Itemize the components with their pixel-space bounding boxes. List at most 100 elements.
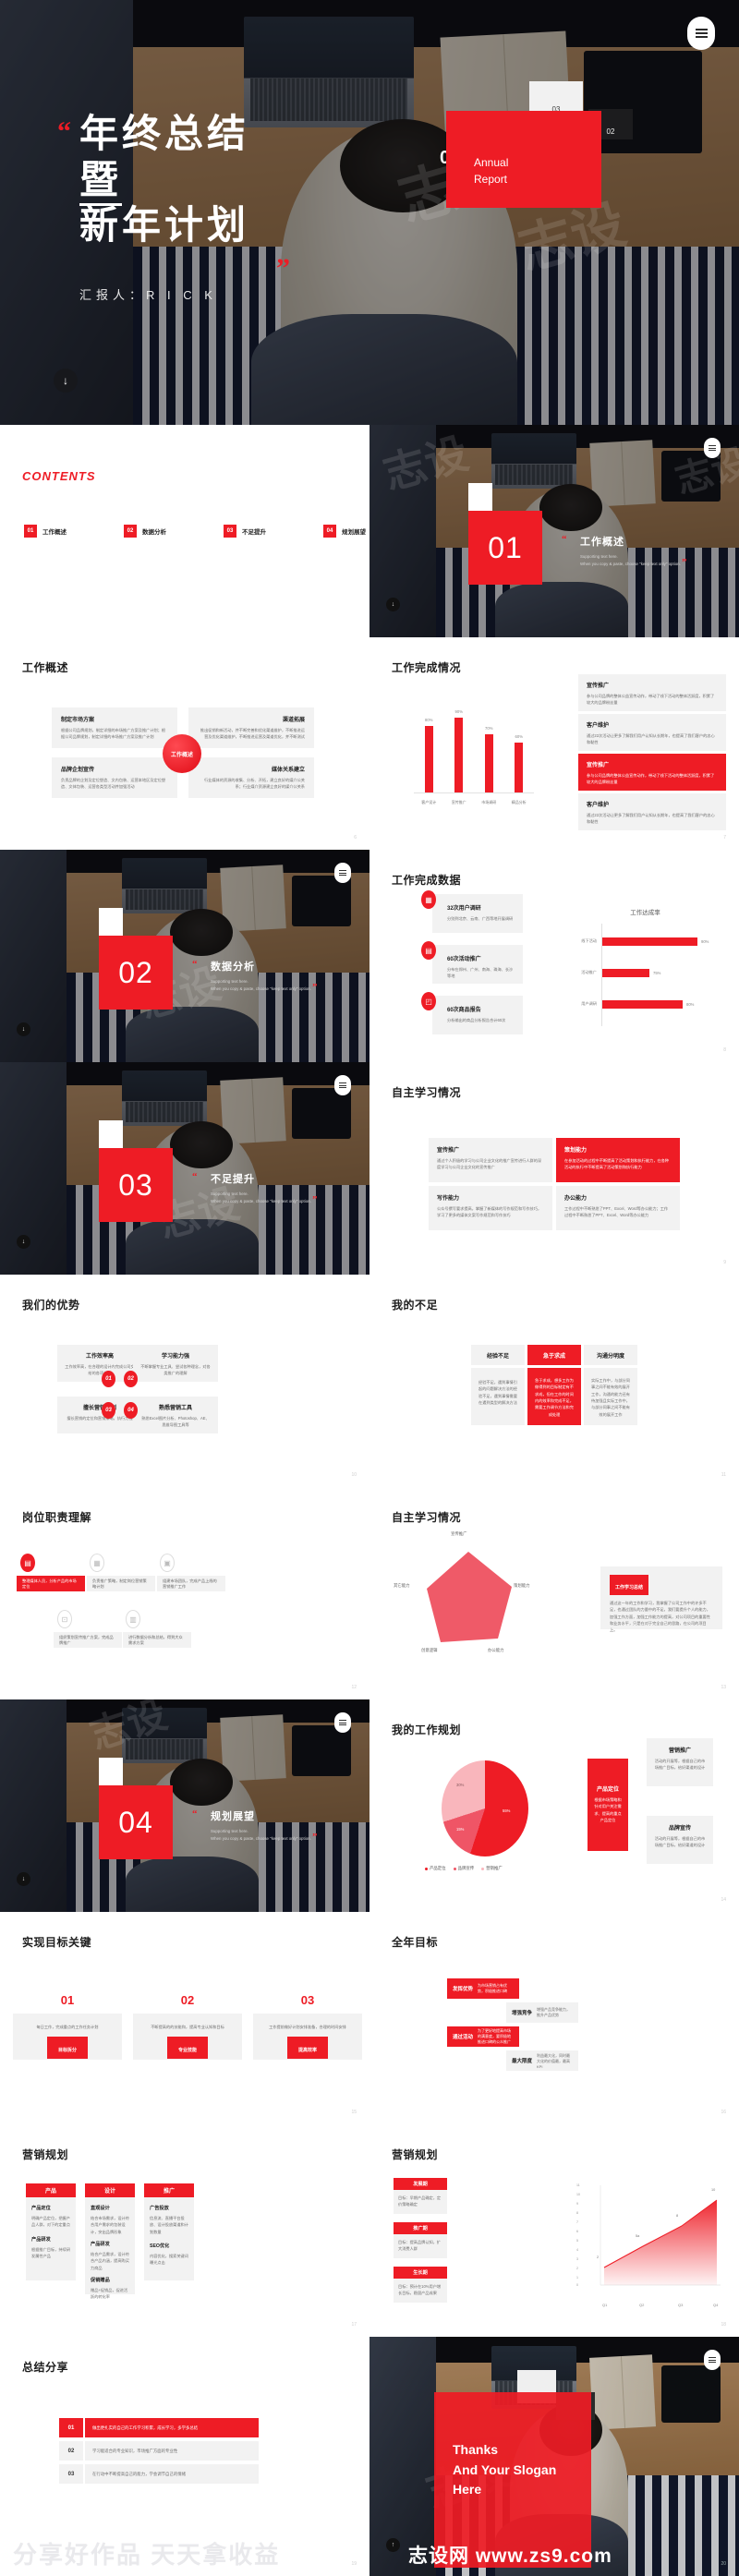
marketing-column[interactable]: 推广 广告投放 信息流、直播平台投放、设计投放渠道和计划数量 SEO优化 内容优… bbox=[144, 2183, 194, 2294]
menu-icon[interactable] bbox=[334, 863, 351, 883]
quote-close-icon: ” bbox=[312, 1832, 318, 1843]
radar-axis-label: 其它能力 bbox=[394, 1583, 410, 1588]
cover-card-annual-report: Annual Report bbox=[446, 111, 601, 208]
summary-row[interactable]: 03 在行动中不断提高自己的能力，学会调节自己的情绪 bbox=[59, 2464, 259, 2484]
slide-chapter-03[interactable]: 志设 03 “ 不足提升 Supporting text here.When y… bbox=[0, 1062, 370, 1275]
list-item[interactable]: 32次用户调研 分别到北京、云南、广西等地开展调研 ▦ bbox=[421, 890, 523, 933]
slide-marketing-cards[interactable]: 营销规划 产品 产品定位 明确产品定位，把握产品人群，对下的定重点 产品研发 根… bbox=[0, 2124, 370, 2337]
menu-icon[interactable] bbox=[687, 17, 715, 50]
slide-duties[interactable]: 岗位职责理解 ▤ 整理媒体人员，分析产品的市场定位 ▦ 负责推广策略，制定岗位营… bbox=[0, 1487, 370, 1699]
list-item[interactable]: 宣传推广 参与公司品牌的整体公益宣传动作，带动了线下活动的整体活跃度，积累了较大… bbox=[578, 674, 726, 711]
slide-selfstudy-radar[interactable]: 自主学习情况 宣传推广 策划能力 办公能力 创意逻辑 其它能力 工作学习总结 通… bbox=[370, 1487, 739, 1699]
chapter-subtitle: Supporting text here. When you copy & pas… bbox=[211, 979, 311, 991]
list-item[interactable]: 客户维护 通过22次活动让更多了解我们用户认知从长期年，也提高了我们客户的忠心和… bbox=[578, 714, 726, 751]
learning-box[interactable]: 办公能力 工作过程中不断熟悉了PPT、Excel、Word等办公能力；工作过程中… bbox=[556, 1186, 680, 1230]
box-text: 负责品牌的企划及定位塑造、文内包装、运营本地区及定位塑造、文体包装、运营各类型活… bbox=[61, 778, 166, 790]
plan-side-card[interactable]: 品牌宣传 活动的开展等，根据自己的市场推广目标，给好渠道的设计 bbox=[647, 1816, 713, 1864]
radar-axis-label: 办公能力 bbox=[488, 1648, 504, 1652]
goal-row[interactable]: 增强竞争 增强产品竞争能力，推升产品优势 bbox=[506, 2002, 578, 2023]
scroll-down-icon[interactable]: ↓ bbox=[54, 369, 78, 393]
toc-item[interactable]: 04 规划展望 bbox=[323, 525, 366, 538]
strength-box[interactable]: 熟悉营销工具 熟悉Excel图片分析、Photoshop、AE、思维导图工具等 bbox=[133, 1397, 218, 1433]
scroll-down-icon[interactable]: ↓ bbox=[17, 1022, 30, 1036]
duty-chip[interactable]: 负责推广策略，制定岗位营销策略计划 bbox=[87, 1576, 155, 1591]
learning-box-highlighted[interactable]: 策划能力 在参加活动的过程中不断提高了活动策划和执行能力，在各种活动的执行中不断… bbox=[556, 1138, 680, 1182]
radar-axis-label: 宣传推广 bbox=[451, 1531, 467, 1536]
page-title: 营销规划 bbox=[392, 2148, 439, 2161]
toc-item[interactable]: 02 数据分析 bbox=[124, 525, 166, 538]
learning-box[interactable]: 写作能力 公众号撰写要求提高，掌握了新媒体的写作规范和写作技巧，学习了更多的媒体… bbox=[429, 1186, 552, 1230]
page-number: 8 bbox=[723, 1047, 726, 1053]
slide-annual-goals[interactable]: 全年目标 发挥优势 为市场营销占有优势，积极推进口碑 增强竞争 增强产品竞争能力… bbox=[370, 1912, 739, 2124]
goal-row-highlighted[interactable]: 通过活动 为了更好地提高市场的满意度，要积极地推进口碑的公众推广 bbox=[447, 2026, 519, 2047]
plan-side-card[interactable]: 营销推广 活动的开展等，根据自己的市场推广目标，给好渠道的设计 bbox=[647, 1738, 713, 1786]
slide-thanks[interactable]: 志设 Thanks And Your Slogan Here ↑ 志设网 www… bbox=[370, 2337, 739, 2576]
plan-center-card[interactable]: 产品定位 根据市场策略和针对用户关注需求、提高的重点产品定位 bbox=[588, 1759, 628, 1851]
data-item-list: 32次用户调研 分别到北京、云南、广西等地开展调研 ▦ 60次活动推广 分布在郑… bbox=[421, 890, 523, 1034]
note-badge: 工作学习总结 bbox=[610, 1575, 649, 1595]
note-text: 通过这一年的工作和学习，我掌握了公司工作中的许多不足，也通过团队的力量中的不足，… bbox=[610, 1601, 710, 1633]
goal-row-highlighted[interactable]: 发挥优势 为市场营销占有优势，积极推进口碑 bbox=[447, 1978, 519, 1999]
scroll-down-icon[interactable]: ↓ bbox=[386, 598, 400, 611]
scroll-up-icon[interactable]: ↑ bbox=[386, 2538, 400, 2552]
slide-work-data[interactable]: 工作完成数据 32次用户调研 分别到北京、云南、广西等地开展调研 ▦ 60次活动… bbox=[370, 850, 739, 1062]
list-item[interactable]: 客户维护 通过22次活动让更多了解我们用户认知从长期年，也提高了我们客户的忠心和… bbox=[578, 793, 726, 830]
summary-row-highlighted[interactable]: 01 做出更扎实的自己的工作学习积累，成长学习，多学多总结 bbox=[59, 2418, 259, 2437]
step-item[interactable]: 推广期 目标：提高品牌认知，扩大消费人群 bbox=[394, 2222, 447, 2258]
toc-item[interactable]: 03 不足提升 bbox=[224, 525, 266, 538]
slide-work-plan[interactable]: 我的工作规划 55% 15% 30% 产品定位 品牌宣传 营销推广 产品定位 根… bbox=[370, 1699, 739, 1912]
key-column[interactable]: 01 每日工作，完成重点的工作任务计划 目标拆分 bbox=[13, 1993, 122, 2060]
slide-summary[interactable]: 总结分享 01 做出更扎实的自己的工作学习积累，成长学习，多学多总结 02 学习… bbox=[0, 2337, 370, 2576]
slide-strengths[interactable]: 我们的优势 工作效率高 工作效率高，在合理的设计内完成公司交给的各项任务 学习能… bbox=[0, 1275, 370, 1487]
slide-cover[interactable]: 志设 志设 “ 年终总结 暨 新年计划 ” 汇报人：R I C K 03 02 … bbox=[0, 0, 739, 425]
cover-title-block: “ 年终总结 暨 新年计划 ” 汇报人：R I C K bbox=[57, 111, 290, 303]
key-button[interactable]: 目标拆分 bbox=[46, 2037, 88, 2060]
slide-completion[interactable]: 工作完成情况 80% 90% 70% 60% 客户设计 宣传推广 市场调研 精品… bbox=[370, 637, 739, 850]
slide-contents[interactable]: CONTENTS 01 工作概述 02 数据分析 03 不足提升 04 规划展望 bbox=[0, 425, 370, 637]
key-button[interactable]: 专业技能 bbox=[166, 2037, 208, 2060]
marketing-column[interactable]: 产品 产品定位 明确产品定位，把握产品人群，对下的定重点 产品研发 根据推广目标… bbox=[26, 2183, 76, 2294]
scroll-down-icon[interactable]: ↓ bbox=[17, 1872, 30, 1886]
menu-icon[interactable] bbox=[704, 438, 721, 458]
key-text: 不断提高的的技能和，提高专业认知和目标 bbox=[151, 2025, 224, 2029]
strength-box[interactable]: 学习能力强 不断掌握专业工具、尝试各种理念，对各类推广的理解 bbox=[133, 1345, 218, 1382]
key-number: 01 bbox=[60, 1993, 75, 2007]
scroll-down-icon[interactable]: ↓ bbox=[17, 1235, 30, 1249]
duty-chip[interactable]: 组建市场团队，完成产品上线的营销推广工作 bbox=[157, 1576, 225, 1591]
step-item[interactable]: 发展期 目标：早期产品确定，定价策略确定 bbox=[394, 2178, 447, 2214]
slide-marketing-chart[interactable]: 营销规划 发展期 目标：早期产品确定，定价策略确定 推广期 目标：提高品牌认知，… bbox=[370, 2124, 739, 2337]
slide-goal-keys[interactable]: 实现目标关键 01 每日工作，完成重点的工作任务计划 目标拆分 02 不断提高的… bbox=[0, 1912, 370, 2124]
slide-weakness[interactable]: 我的不足 经验不足 经验不足，遇到事情引起的问题解决方法的经验不足，遇到事情需要… bbox=[370, 1275, 739, 1487]
slide-self-learning[interactable]: 自主学习情况 宣传推广 通过个人积极的学习与公司企业文化的推广宣传进行人群的深度… bbox=[370, 1062, 739, 1275]
menu-icon[interactable] bbox=[334, 1075, 351, 1095]
list-item-highlighted[interactable]: 宣传推广 参与公司品牌的整体公益宣传动作，带动了线下活动的整体活跃度，积累了较大… bbox=[578, 754, 726, 791]
key-column[interactable]: 03 工作提前做好计划安排准备，合理的时间安排 提高效率 bbox=[253, 1993, 362, 2060]
list-item[interactable]: 60次商品报告 分析输出的商品分析报告合计60次 ◰ bbox=[421, 992, 523, 1034]
slide-work-overview[interactable]: 工作概述 制定市场方案 根据公司品牌规划，制定详细的市场推广方案及推广计划；根据… bbox=[0, 637, 370, 850]
duty-chip[interactable]: 进行数据分析和总结，得到大众需求方案 bbox=[123, 1632, 191, 1648]
box-text: 公众号撰写要求提高，掌握了新媒体的写作规范和写作技巧，学习了更多的媒体文案写作规… bbox=[437, 1206, 542, 1218]
menu-icon[interactable] bbox=[704, 2350, 721, 2370]
slide-chapter-04[interactable]: 志设 04 “ 规划展望 Supporting text here.When y… bbox=[0, 1699, 370, 1912]
weakness-column[interactable]: 沟通分明度 实际工作中，与部分同事之间不能有效的展开工作，沟通的能力还有待加强且… bbox=[584, 1345, 637, 1425]
toc-item[interactable]: 01 工作概述 bbox=[24, 525, 67, 538]
duty-chip[interactable]: 组织策划宣传推广方案，完成品牌推广 bbox=[54, 1632, 122, 1648]
key-column[interactable]: 02 不断提高的的技能和，提高专业认知和目标 专业技能 bbox=[133, 1993, 242, 2060]
menu-icon[interactable] bbox=[334, 1712, 351, 1733]
weakness-column-highlighted[interactable]: 急于求成 急于求成，想多工作为做得到的目标制定有不求成，但在工作的时间内的效率和… bbox=[527, 1345, 581, 1425]
slide-chapter-01[interactable]: 志设 志设 01 “ 工作概述 Supporting text here.Whe… bbox=[370, 425, 739, 637]
card-heading: 产品定位 bbox=[596, 1787, 619, 1793]
x-tick: Q2 bbox=[639, 2303, 645, 2307]
goal-row[interactable]: 最大限度 利益最大化，同时最大化的价值最，最高KPI bbox=[506, 2050, 578, 2071]
summary-row[interactable]: 02 学习能适合的专业知识，市场推广方面的专业性 bbox=[59, 2441, 259, 2461]
marketing-column[interactable]: 设计 直观设计 结合市场需求，设计符合用户需求的包装设计，突出品牌形象 产品研发… bbox=[85, 2183, 135, 2299]
step-item[interactable]: 生长期 目标：预计在10%用户增长目标，稳固产品成果 bbox=[394, 2267, 447, 2303]
key-button[interactable]: 提高效率 bbox=[286, 2037, 328, 2060]
slide-chapter-02[interactable]: 志设 02 “ 数据分析 Supporting text here.When y… bbox=[0, 850, 370, 1062]
learning-box[interactable]: 宣传推广 通过个人积极的学习与公司企业文化的推广宣传进行人群的深度学习与公司企业… bbox=[429, 1138, 552, 1182]
radar-svg bbox=[427, 1552, 512, 1642]
weakness-column[interactable]: 经验不足 经验不足，遇到事情引起的问题解决方法的经验不足，遇到事情需要在遇到类型… bbox=[471, 1345, 525, 1425]
box-heading: 学习能力强 bbox=[161, 1354, 189, 1360]
duty-chip-highlighted[interactable]: 整理媒体人员，分析产品的市场定位 bbox=[17, 1576, 85, 1591]
list-item[interactable]: 60次活动推广 分布在郑州、广州、南海、珠海、长沙等地 ▤ bbox=[421, 941, 523, 984]
